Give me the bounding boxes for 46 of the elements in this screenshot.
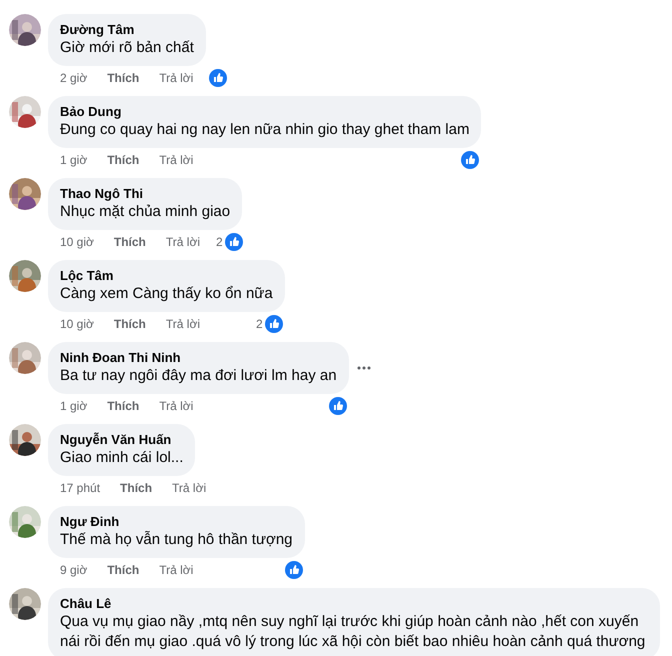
commenter-name[interactable]: Ngư Đinh <box>60 514 293 530</box>
comment-text: Qua vụ mụ giao nầy ,mtq nên suy nghĩ lại trước khi giúp hoàn cảnh nào ,hết con xuyến nái rồi đến mụ giao .quá vô lý trong lúc xã hội còn biết bao nhiêu hoàn cảnh quá thương <box>60 612 646 652</box>
comment-text: Nhục mặt chủa minh giao <box>60 202 230 222</box>
comment-time[interactable]: 1 giờ <box>60 397 88 415</box>
like-link[interactable]: Thích <box>114 233 146 251</box>
like-link[interactable]: Thích <box>107 69 140 87</box>
more-options-icon[interactable] <box>356 366 371 370</box>
comment-time[interactable]: 10 giờ <box>60 233 94 251</box>
comment-text: Thế mà họ vẫn tung hô thần tượng <box>60 530 293 550</box>
comment-time[interactable]: 17 phút <box>60 479 100 497</box>
reaction-count: 2 <box>216 234 223 251</box>
comment-time[interactable]: 9 giờ <box>60 561 88 579</box>
reply-link[interactable]: Trả lời <box>172 479 206 497</box>
comment-text: Ba tư nay ngôi đây ma đơi lươi lm hay an <box>60 366 337 386</box>
like-link[interactable]: Thích <box>107 561 140 579</box>
commenter-name[interactable]: Thao Ngô Thi <box>60 186 230 202</box>
reply-link[interactable]: Trả lời <box>159 151 194 169</box>
like-icon <box>284 561 303 579</box>
comment-text: Giờ mới rõ bản chất <box>60 38 194 58</box>
commenter-name[interactable]: Bảo Dung <box>60 104 470 120</box>
like-icon <box>224 233 243 251</box>
commenter-name[interactable]: Châu Lê <box>60 596 648 612</box>
like-link[interactable]: Thích <box>107 397 140 415</box>
like-icon <box>328 397 347 415</box>
reply-link[interactable]: Trả lời <box>159 397 194 415</box>
commenter-name[interactable]: Lộc Tâm <box>60 268 273 284</box>
reply-link[interactable]: Trả lời <box>159 561 194 579</box>
comment-text: Càng xem Càng thấy ko ổn nữa <box>60 284 273 304</box>
comment-time[interactable]: 1 giờ <box>60 151 88 169</box>
commenter-name[interactable]: Đường Tâm <box>60 22 194 38</box>
like-link[interactable]: Thích <box>114 315 146 333</box>
commenter-name[interactable]: Ninh Đoan Thi Ninh <box>60 350 337 366</box>
like-icon <box>264 315 283 333</box>
comment-time[interactable]: 10 giờ <box>60 315 94 333</box>
like-link[interactable]: Thích <box>107 151 140 169</box>
comment-text: Giao minh cái lol... <box>60 448 184 468</box>
commenter-name[interactable]: Nguyễn Văn Huấn <box>60 432 184 448</box>
like-icon <box>209 69 228 87</box>
comment-time[interactable]: 2 giờ <box>60 69 88 87</box>
reply-link[interactable]: Trả lời <box>166 233 200 251</box>
reaction-count: 2 <box>256 316 263 333</box>
reply-link[interactable]: Trả lời <box>159 69 194 87</box>
like-icon <box>461 151 480 169</box>
comment-text: Đung co quay hai ng nay len nữa nhin gio thay ghet tham lam <box>60 120 470 140</box>
reply-link[interactable]: Trả lời <box>166 315 200 333</box>
like-link[interactable]: Thích <box>120 479 152 497</box>
